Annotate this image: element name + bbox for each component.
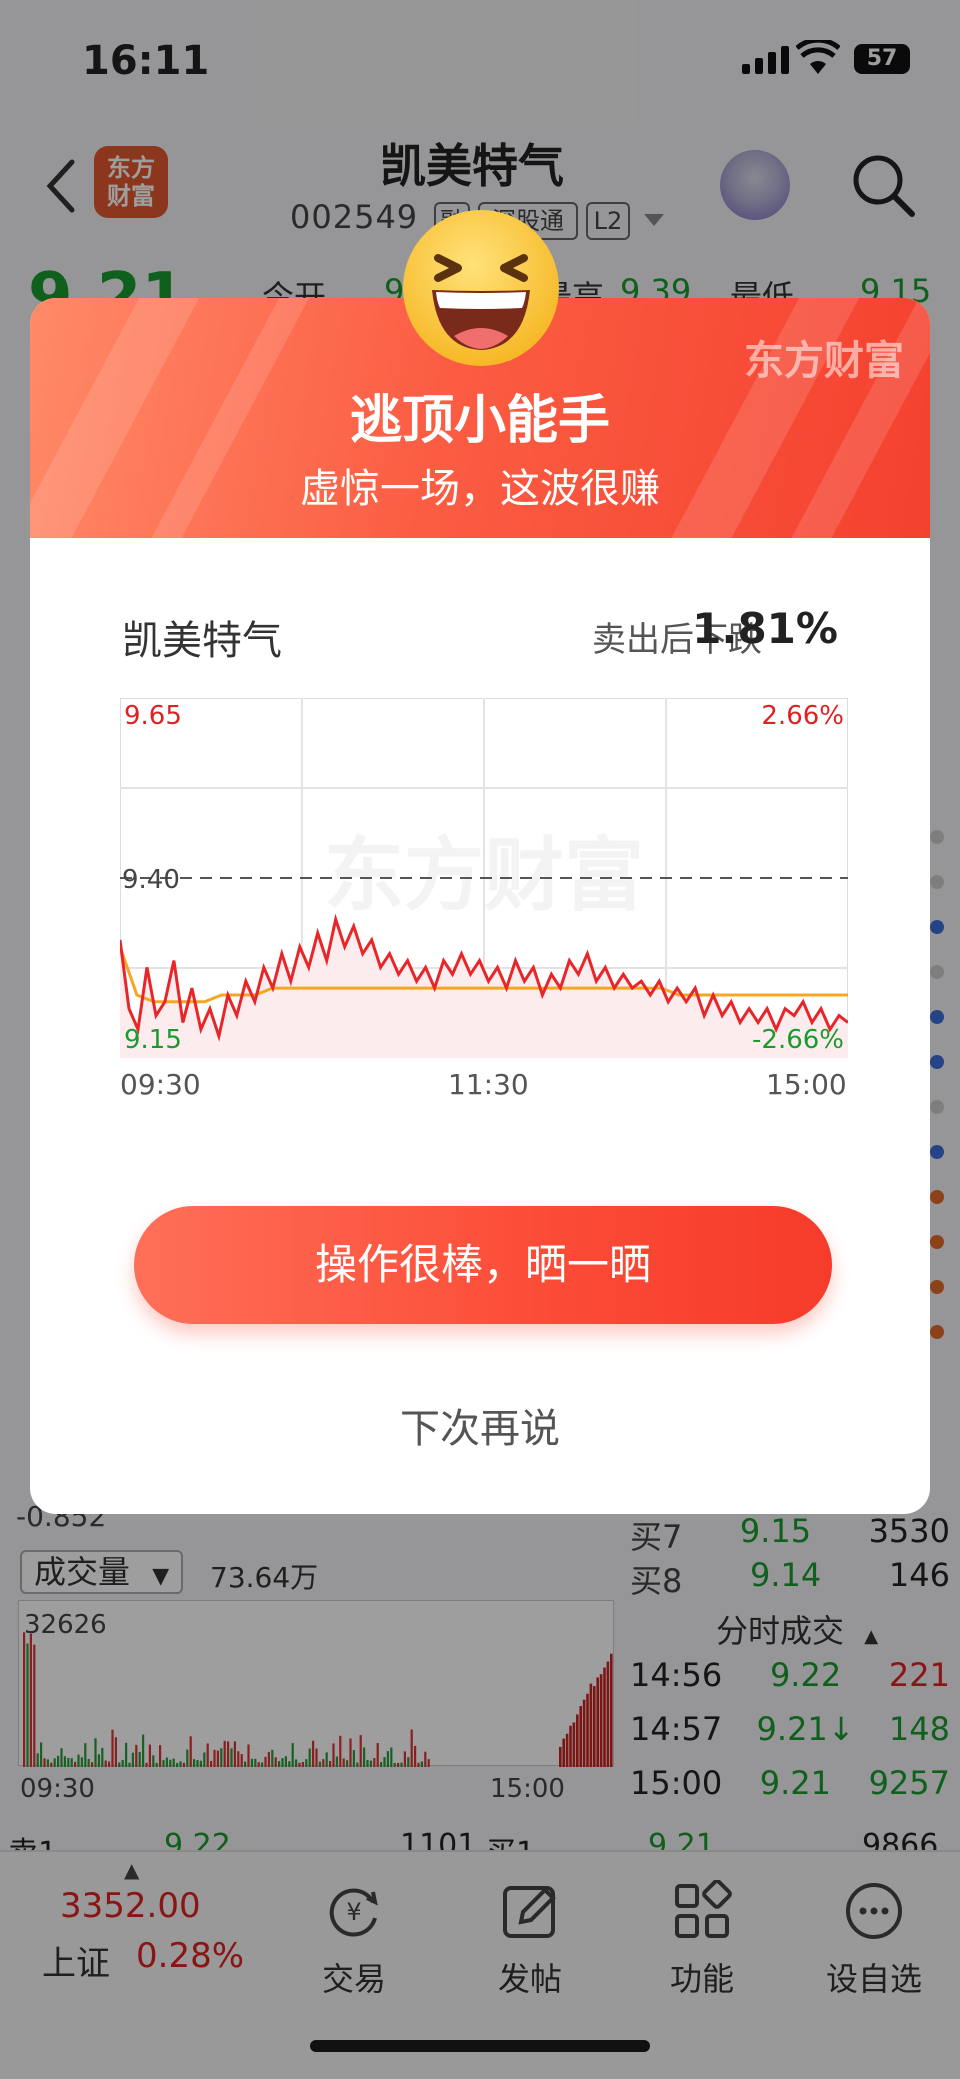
later-button[interactable]: 下次再说 — [30, 1396, 930, 1454]
dialog-title: 逃顶小能手 — [349, 391, 610, 451]
laughing-face-icon — [403, 210, 559, 366]
x-tick-start: 09:30 — [120, 1068, 201, 1101]
share-button[interactable]: 操作很棒，晒一晒 — [134, 1206, 832, 1324]
dialog-stock-name: 凯美特气 — [122, 618, 282, 664]
home-indicator — [310, 2040, 650, 2052]
pct-tick-bottom: -2.66% — [752, 1025, 844, 1055]
y-tick-bottom: 9.15 — [124, 1025, 182, 1055]
y-tick-mid: 9.40 — [122, 865, 180, 895]
dialog-subtitle: 虚惊一场，这波很赚 — [300, 466, 660, 512]
intraday-chart: 东方财富 9.65 9.40 9.15 2.66% -2.66% — [120, 698, 848, 1058]
drop-value: 1.81% — [692, 604, 838, 653]
achievement-dialog: 东方财富 逃顶小能手 虚惊一场，这波很赚 凯美特气 卖出后下跌 1.81% 东方… — [30, 298, 930, 1514]
y-tick-top: 9.65 — [124, 701, 182, 731]
chart-watermark: 东方财富 — [324, 829, 644, 922]
x-tick-mid: 11:30 — [448, 1068, 529, 1101]
x-tick-end: 15:00 — [766, 1068, 847, 1101]
pct-tick-top: 2.66% — [761, 701, 844, 731]
